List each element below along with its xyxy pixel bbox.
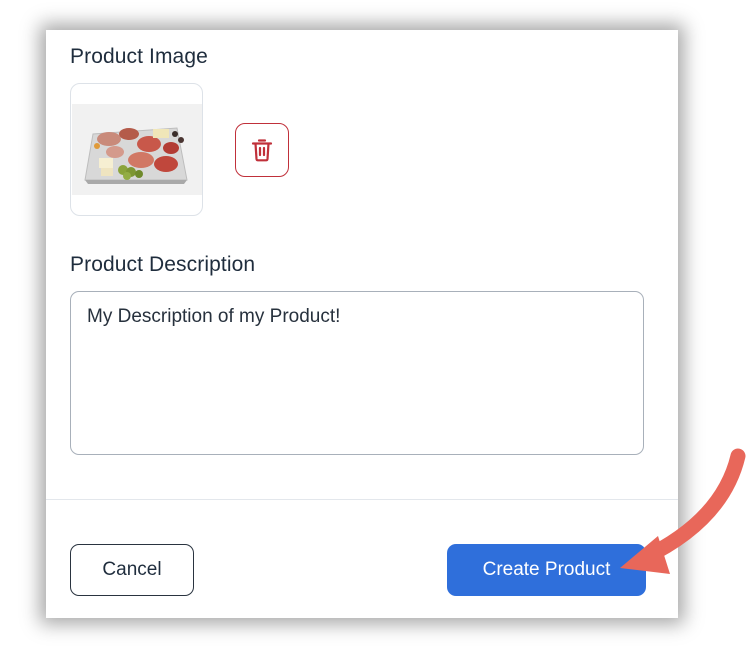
product-image-thumbnail[interactable]: [70, 83, 203, 216]
charcuterie-platter-image: [84, 127, 188, 184]
footer-divider: [46, 499, 678, 500]
create-product-dialog: Product Image Product Description My Des…: [46, 30, 678, 618]
cancel-button[interactable]: Cancel: [70, 544, 194, 596]
delete-image-button[interactable]: [235, 123, 289, 177]
trash-icon: [251, 139, 273, 162]
product-description-label: Product Description: [70, 253, 256, 276]
product-description-textarea[interactable]: My Description of my Product!: [70, 291, 644, 455]
product-image-label: Product Image: [70, 45, 208, 68]
create-product-button[interactable]: Create Product: [447, 544, 646, 596]
